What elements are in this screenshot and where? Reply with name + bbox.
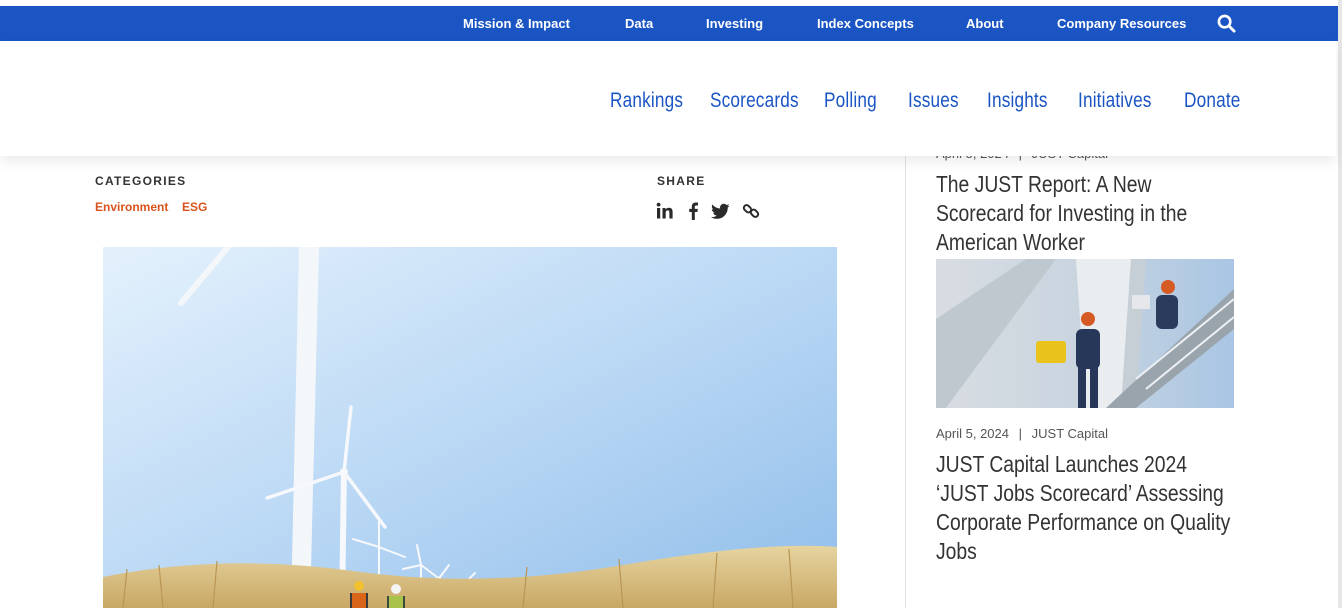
category-link-esg[interactable]: ESG [182, 200, 207, 214]
topnav-investing[interactable]: Investing [706, 6, 763, 41]
facebook-icon[interactable] [687, 202, 699, 220]
share-heading: SHARE [657, 174, 706, 188]
main-navigation: Rankings Scorecards Polling Issues Insig… [0, 41, 1336, 156]
twitter-icon[interactable] [711, 202, 730, 220]
sidebar-divider [905, 156, 906, 608]
nav-donate[interactable]: Donate [1184, 89, 1241, 113]
topnav-data[interactable]: Data [625, 6, 653, 41]
link-icon[interactable] [742, 202, 760, 220]
nav-insights[interactable]: Insights [987, 89, 1048, 113]
topnav-about[interactable]: About [966, 6, 1004, 41]
article-source: JUST Capital [1031, 426, 1108, 441]
sidebar-article-title[interactable]: The JUST Report: A New Scorecard for Inv… [936, 170, 1238, 257]
wind-turbine-photo [103, 247, 837, 608]
nav-polling[interactable]: Polling [824, 89, 877, 113]
sidebar-article-title[interactable]: JUST Capital Launches 2024 ‘JUST Jobs Sc… [936, 450, 1238, 566]
linkedin-icon[interactable] [656, 202, 674, 220]
topnav-company-resources[interactable]: Company Resources [1057, 6, 1186, 41]
top-utility-bar: Mission & Impact Data Investing Index Co… [0, 6, 1338, 41]
search-icon[interactable] [1217, 14, 1236, 33]
topnav-index-concepts[interactable]: Index Concepts [817, 6, 914, 41]
nav-rankings[interactable]: Rankings [610, 89, 683, 113]
turbine-workers-photo [936, 259, 1234, 408]
sidebar-article-thumbnail[interactable] [936, 259, 1234, 408]
category-link-environment[interactable]: Environment [95, 200, 168, 214]
article-meta: April 5, 2024 | JUST Capital [936, 426, 1108, 441]
nav-scorecards[interactable]: Scorecards [710, 89, 799, 113]
meta-separator: | [1018, 426, 1023, 441]
categories-heading: CATEGORIES [95, 174, 187, 188]
article-hero-image [103, 247, 837, 608]
page-scrollbar[interactable] [1338, 0, 1342, 608]
article-date: April 5, 2024 [936, 426, 1009, 441]
nav-initiatives[interactable]: Initiatives [1078, 89, 1152, 113]
topnav-mission-impact[interactable]: Mission & Impact [463, 6, 570, 41]
nav-issues[interactable]: Issues [908, 89, 959, 113]
